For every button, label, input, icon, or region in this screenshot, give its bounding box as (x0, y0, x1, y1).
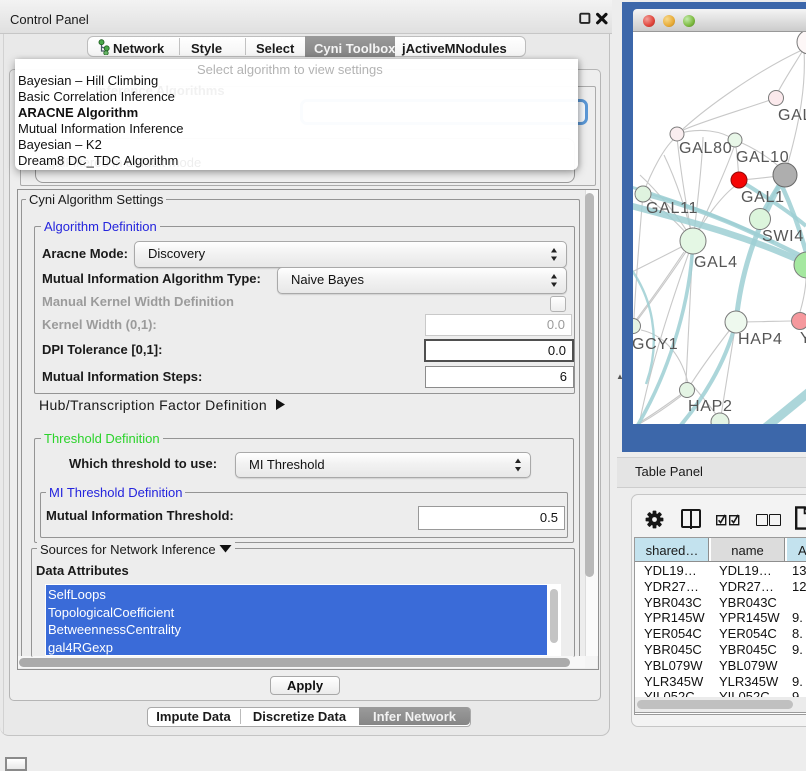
svg-text:GAL7: GAL7 (778, 107, 806, 124)
svg-text:SWI4: SWI4 (762, 228, 804, 245)
svg-text:GAL1: GAL1 (741, 189, 785, 206)
svg-text:GCY1: GCY1 (633, 336, 678, 353)
svg-text:GAL4: GAL4 (694, 254, 738, 271)
svg-text:Y: Y (800, 330, 806, 347)
svg-text:GAL80: GAL80 (679, 140, 732, 157)
svg-text:HAP2: HAP2 (688, 398, 733, 415)
svg-text:GAL11: GAL11 (646, 200, 698, 217)
svg-text:HAP4: HAP4 (738, 331, 783, 348)
svg-text:GAL10: GAL10 (736, 149, 789, 166)
